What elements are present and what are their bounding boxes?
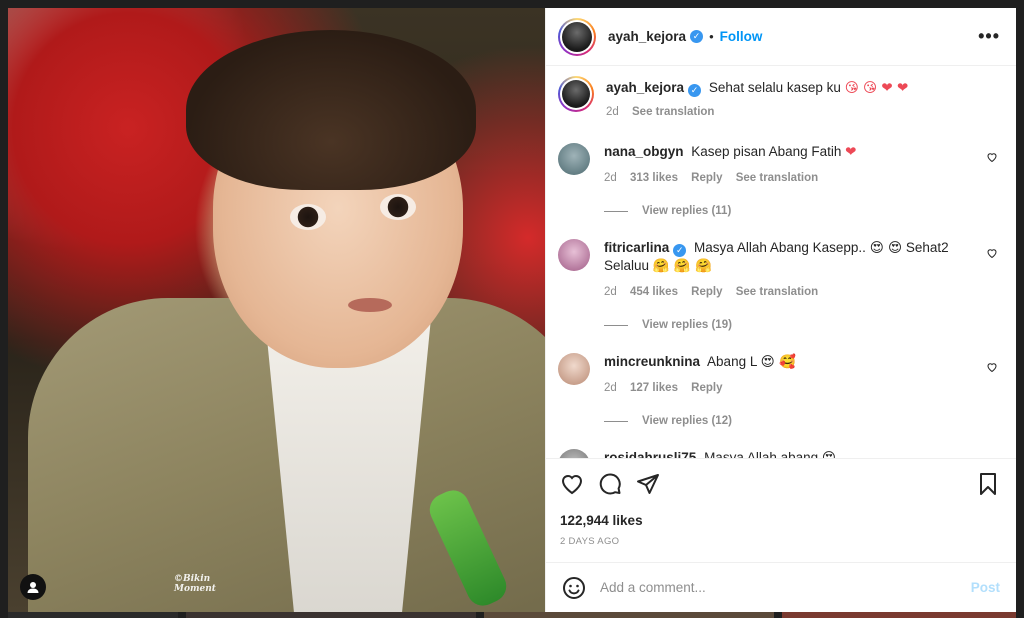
emoji-smiley-icon[interactable] (562, 576, 586, 600)
share-paper-plane-icon[interactable] (636, 472, 660, 496)
photo-watermark: ©Bikin Moment (174, 574, 216, 594)
author-username[interactable]: ayah_kejora (608, 29, 686, 44)
post-modal: ©Bikin Moment ayah_kejora ✓ • Follow •••… (8, 8, 1016, 612)
view-replies-button[interactable]: View replies (11) (604, 205, 1000, 217)
like-comment-heart-icon[interactable] (986, 151, 998, 163)
comment-item: rosidahrusli75 Masya Allah abang 😍 (558, 449, 1000, 458)
comment-username[interactable]: nana_obgyn (604, 144, 684, 159)
caption-emojis: 😘 😘 ❤ ❤ (844, 80, 909, 96)
caption-text: Sehat selalu kasep ku (708, 80, 841, 95)
post-sidebar: ayah_kejora ✓ • Follow ••• ayah_kejora ✓ … (545, 8, 1016, 612)
comment-username[interactable]: mincreunknina (604, 354, 700, 369)
verified-badge-icon: ✓ (673, 244, 687, 257)
view-replies-button[interactable]: View replies (19) (604, 319, 1000, 331)
comment-text: Masya Allah abang (704, 450, 819, 458)
like-comment-heart-icon[interactable] (986, 457, 998, 458)
comment-reply[interactable]: Reply (691, 172, 722, 184)
commenter-avatar[interactable] (558, 353, 590, 385)
comment-emoji-2: 🤗 🤗 🤗 (652, 258, 712, 274)
view-replies-label: View replies (12) (642, 415, 732, 427)
commenter-avatar[interactable] (558, 449, 590, 458)
likes-count[interactable]: 122,944 likes (560, 513, 1000, 528)
comments-list[interactable]: ayah_kejora ✓ Sehat selalu kasep ku 😘 😘 ❤… (546, 66, 1016, 458)
post-photo[interactable]: ©Bikin Moment (8, 8, 545, 612)
comment-likes[interactable]: 127 likes (630, 382, 678, 394)
user-icon (27, 582, 39, 593)
comment-text: Abang L (707, 354, 757, 369)
photo-mouth (348, 298, 392, 312)
comment-time[interactable]: 2d (604, 286, 617, 298)
post-header: ayah_kejora ✓ • Follow ••• (546, 8, 1016, 66)
comment-item: fitricarlina ✓ Masya Allah Abang Kasepp..… (558, 239, 1000, 301)
author-avatar[interactable] (558, 17, 596, 56)
comment-likes[interactable]: 313 likes (630, 172, 678, 184)
comment-emoji: 😍 (821, 450, 836, 458)
comment-see-translation[interactable]: See translation (736, 172, 818, 184)
caption-see-translation[interactable]: See translation (632, 106, 714, 118)
photo-eye-right (380, 194, 416, 220)
photo-hair (186, 30, 476, 190)
comment-input[interactable]: Add a comment... (600, 580, 971, 595)
verified-badge-icon: ✓ (690, 30, 704, 43)
comment-time[interactable]: 2d (604, 172, 617, 184)
view-replies-button[interactable]: View replies (12) (604, 415, 1000, 427)
post-time-ago[interactable]: 2 DAYS AGO (560, 536, 1000, 547)
tagged-user-button[interactable] (20, 574, 46, 600)
caption-avatar[interactable] (558, 76, 594, 112)
post-actions: 122,944 likes 2 DAYS AGO (546, 458, 1016, 562)
caption: ayah_kejora ✓ Sehat selalu kasep ku 😘 😘 ❤… (558, 76, 1000, 121)
save-bookmark-icon[interactable] (976, 472, 1000, 496)
comment-bubble-icon[interactable] (598, 472, 622, 496)
comment-username[interactable]: rosidahrusli75 (604, 450, 696, 458)
post-comment-button[interactable]: Post (971, 580, 1000, 595)
comment-likes[interactable]: 454 likes (630, 286, 678, 298)
comment-reply[interactable]: Reply (691, 382, 722, 394)
comment-username[interactable]: fitricarlina (604, 240, 669, 255)
comment-text: Kasep pisan Abang Fatih (691, 144, 842, 159)
commenter-avatar[interactable] (558, 239, 590, 271)
more-options-icon[interactable]: ••• (978, 26, 1000, 47)
follow-button[interactable]: Follow (720, 29, 763, 44)
commenter-avatar[interactable] (558, 143, 590, 175)
watermark-line2: Moment (174, 584, 216, 594)
comment-reply[interactable]: Reply (691, 286, 722, 298)
caption-username[interactable]: ayah_kejora (606, 80, 684, 95)
like-heart-icon[interactable] (560, 472, 584, 496)
comment-item: nana_obgyn Kasep pisan Abang Fatih ❤ 2d … (558, 143, 1000, 187)
like-comment-heart-icon[interactable] (986, 247, 998, 259)
caption-time[interactable]: 2d (606, 106, 619, 118)
comment-emoji: 😍 😍 (869, 240, 903, 256)
comment-text: Masya Allah Abang Kasepp.. (694, 240, 866, 255)
add-comment-bar: Add a comment... Post (546, 562, 1016, 612)
like-comment-heart-icon[interactable] (986, 361, 998, 373)
view-replies-label: View replies (19) (642, 319, 732, 331)
photo-eye-left (290, 204, 326, 230)
watermark-line1: ©Bikin (174, 574, 211, 584)
comment-time[interactable]: 2d (604, 382, 617, 394)
view-replies-label: View replies (11) (642, 205, 732, 217)
comment-see-translation[interactable]: See translation (736, 286, 818, 298)
verified-badge-icon: ✓ (688, 84, 702, 97)
comment-emoji: ❤ (845, 144, 857, 160)
separator-dot: • (709, 29, 714, 44)
comment-item: mincreunknina Abang L 😍 🥰 2d 127 likes R… (558, 353, 1000, 397)
comment-emoji: 😍 🥰 (760, 354, 796, 370)
